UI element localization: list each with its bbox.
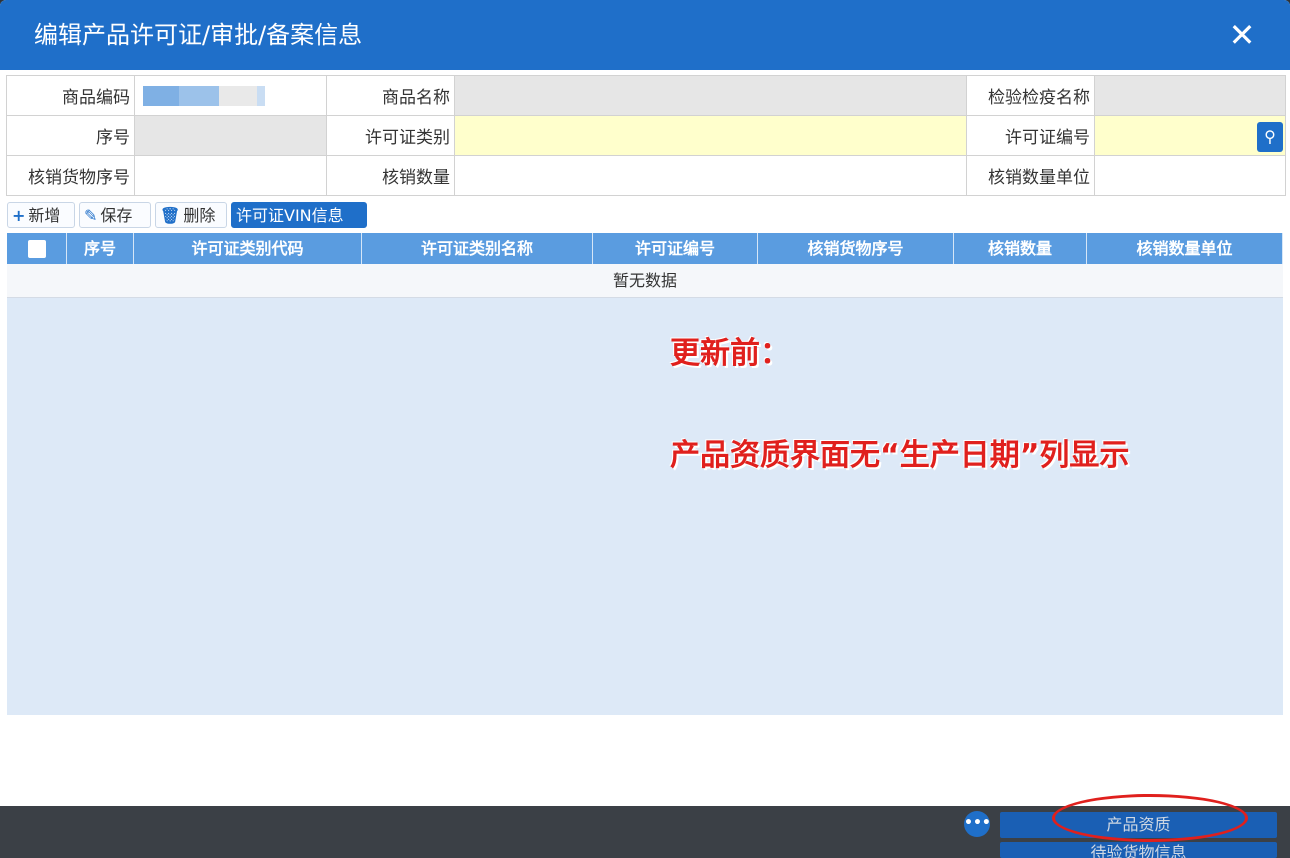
column-header[interactable]: 许可证编号 [593, 233, 758, 264]
save-button[interactable]: ✎ 保存 [79, 202, 151, 228]
license-number-label: 许可证编号 [966, 115, 1095, 156]
column-header[interactable]: 序号 [67, 233, 134, 264]
highlight-ellipse [1052, 794, 1248, 842]
product-name-field[interactable] [454, 75, 967, 116]
add-button[interactable]: + 新增 [7, 202, 75, 228]
column-header[interactable]: 许可证类别代码 [134, 233, 362, 264]
trash-icon: 🗑 [160, 206, 181, 225]
select-all-checkbox[interactable] [7, 233, 67, 264]
license-grid: 序号 许可证类别代码 许可证类别名称 许可证编号 核销货物序号 核销数量 核销数… [7, 233, 1283, 715]
sequence-field[interactable] [134, 115, 327, 156]
column-header[interactable]: 核销货物序号 [758, 233, 954, 264]
writeoff-qty-label: 核销数量 [326, 155, 455, 196]
license-number-field[interactable]: ⚲ [1094, 115, 1286, 156]
annotation-missing-column: 产品资质界面无“生产日期”列显示 [670, 438, 1130, 473]
inspection-name-field[interactable] [1094, 75, 1286, 116]
empty-row: 暂无数据 [7, 264, 1283, 298]
grid-header: 序号 许可证类别代码 许可证类别名称 许可证编号 核销货物序号 核销数量 核销数… [7, 233, 1283, 264]
writeoff-goods-seq-field[interactable] [134, 155, 327, 196]
inspection-name-label: 检验检疫名称 [966, 75, 1095, 116]
license-dialog: 编辑产品许可证/审批/备案信息 ✕ 商品编码 商品名称 检验检疫名称 序号 许可… [0, 0, 1290, 806]
add-button-label: 新增 [28, 206, 61, 225]
save-button-label: 保存 [100, 206, 133, 225]
writeoff-unit-field[interactable] [1094, 155, 1286, 196]
product-name-label: 商品名称 [326, 75, 455, 116]
sequence-label: 序号 [6, 115, 135, 156]
more-icon[interactable]: ••• [964, 811, 991, 837]
license-type-label: 许可证类别 [326, 115, 455, 156]
plus-icon: + [12, 206, 26, 225]
delete-button[interactable]: 🗑 删除 [155, 202, 227, 228]
grid-bottom-area [7, 716, 1283, 778]
writeoff-qty-field[interactable] [454, 155, 967, 196]
column-header[interactable]: 核销数量单位 [1087, 233, 1283, 264]
annotation-before-update: 更新前： [670, 336, 790, 371]
pending-goods-info-button[interactable]: 待验货物信息 [1000, 842, 1277, 858]
redacted-value [143, 85, 265, 106]
dialog-titlebar: 编辑产品许可证/审批/备案信息 ✕ [0, 0, 1290, 70]
product-code-label: 商品编码 [6, 75, 135, 116]
license-vin-button[interactable]: 许可证VIN信息 [231, 202, 367, 228]
delete-button-label: 删除 [183, 206, 216, 225]
license-type-field[interactable] [454, 115, 967, 156]
writeoff-unit-label: 核销数量单位 [966, 155, 1095, 196]
close-icon[interactable]: ✕ [1224, 17, 1260, 53]
product-code-field[interactable] [134, 75, 327, 116]
writeoff-goods-seq-label: 核销货物序号 [6, 155, 135, 196]
dialog-title: 编辑产品许可证/审批/备案信息 [34, 21, 363, 49]
column-header[interactable]: 许可证类别名称 [362, 233, 593, 264]
edit-icon: ✎ [84, 206, 98, 225]
license-form: 商品编码 商品名称 检验检疫名称 序号 许可证类别 许可证编号 ⚲ 核销货物序号 [6, 75, 1286, 196]
column-header[interactable]: 核销数量 [954, 233, 1087, 264]
search-icon[interactable]: ⚲ [1257, 121, 1283, 152]
